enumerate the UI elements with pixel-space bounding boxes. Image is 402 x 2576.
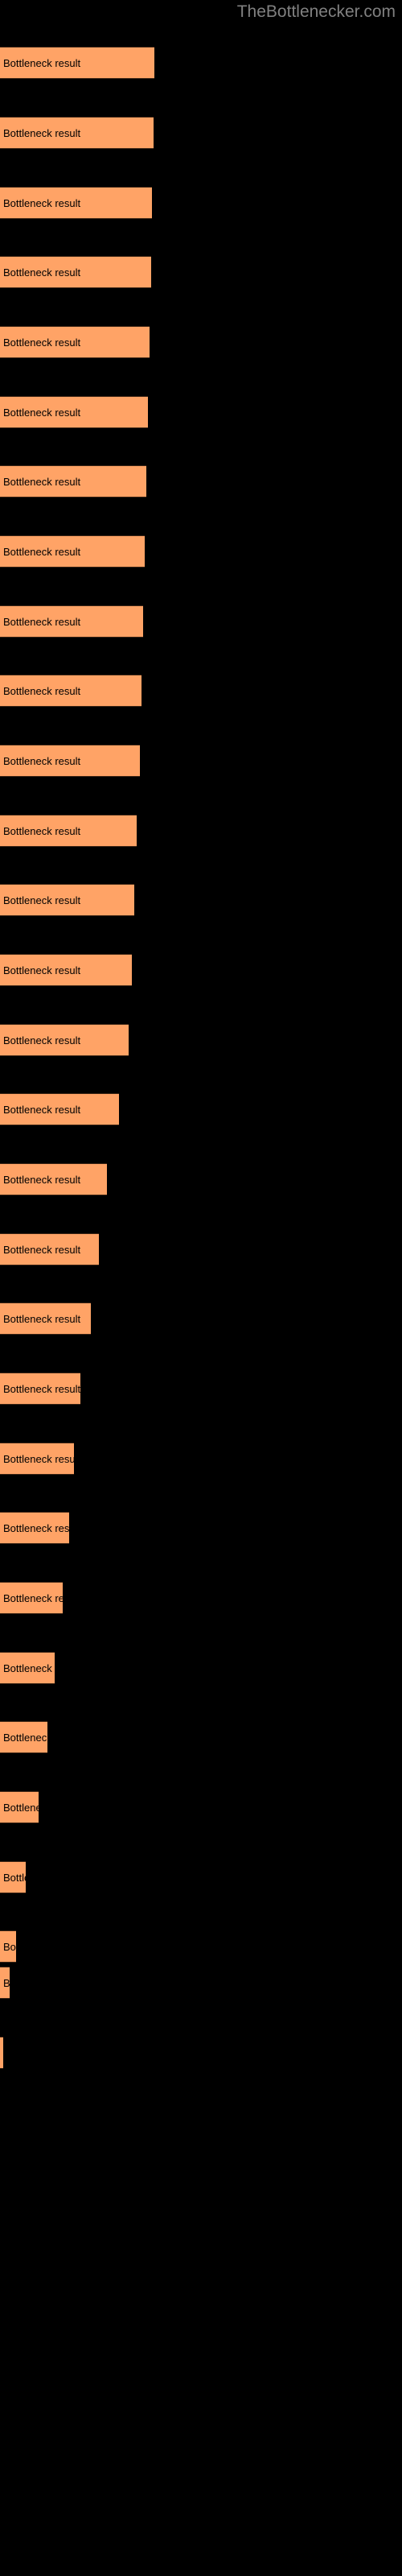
bar[interactable]: Bottleneck result xyxy=(0,1302,91,1335)
bar[interactable]: Bottleneck result xyxy=(0,954,132,986)
bar[interactable]: Bottleneck result xyxy=(0,2037,3,2069)
bar-label: Bottleneck result xyxy=(3,755,81,767)
bar-row: Bottleneck result xyxy=(0,884,402,916)
bar-row: Bottleneck result xyxy=(0,396,402,428)
bar-label: Bottleneck result xyxy=(3,336,81,349)
bar-label: Bottleneck result xyxy=(3,1732,47,1744)
bar[interactable]: Bottleneck result xyxy=(0,396,148,428)
bar[interactable]: Bottleneck result xyxy=(0,465,146,497)
bar-label: Bottleneck result xyxy=(3,1802,39,1814)
bar-row: Bottleneck result xyxy=(0,47,402,79)
bar[interactable]: Bottleneck result xyxy=(0,1373,80,1405)
bar-row: Bottleneck result xyxy=(0,1582,402,1614)
bar[interactable]: Bottleneck result xyxy=(0,815,137,847)
bar-row: Bottleneck result xyxy=(0,1512,402,1544)
bar-row: Bottleneck result xyxy=(0,1024,402,1056)
bar[interactable]: Bottleneck result xyxy=(0,1443,74,1475)
bar-label: Bottleneck result xyxy=(3,1872,26,1884)
bar-row: Bottleneck result xyxy=(0,1373,402,1405)
bar-row: Bottleneck result xyxy=(0,745,402,777)
bar-row: Bottleneck result xyxy=(0,1233,402,1265)
bar-row: Bottleneck result xyxy=(0,1093,402,1125)
bar-row: Bottleneck result xyxy=(0,117,402,149)
bar[interactable]: Bottleneck result xyxy=(0,1967,10,1999)
bar[interactable]: Bottleneck result xyxy=(0,256,151,288)
bar-row: Bottleneck result xyxy=(0,815,402,847)
bar-label: Bottleneck result xyxy=(3,1244,81,1256)
bar-row: Bottleneck result xyxy=(0,605,402,638)
bar-label: Bottleneck result xyxy=(3,1941,16,1953)
bar[interactable]: Bottleneck result xyxy=(0,1861,26,1893)
bar-label: Bottleneck result xyxy=(3,1522,69,1534)
bar-label: Bottleneck result xyxy=(3,685,81,697)
bar[interactable]: Bottleneck result xyxy=(0,1791,39,1823)
bar-label: Bottleneck result xyxy=(3,894,81,906)
bar-label: Bottleneck result xyxy=(3,1174,81,1186)
bar-label: Bottleneck result xyxy=(3,1034,81,1046)
bar-row: Bottleneck result xyxy=(0,1930,402,1963)
bar[interactable]: Bottleneck result xyxy=(0,884,134,916)
bar-row: Bottleneck result xyxy=(0,1721,402,1753)
bar[interactable]: Bottleneck result xyxy=(0,187,152,219)
bar-label: Bottleneck result xyxy=(3,1662,55,1674)
bar-label: Bottleneck result xyxy=(3,407,81,419)
bar[interactable]: Bottleneck result xyxy=(0,326,150,358)
bar[interactable]: Bottleneck result xyxy=(0,745,140,777)
bar[interactable]: Bottleneck result xyxy=(0,1652,55,1684)
bar[interactable]: Bottleneck result xyxy=(0,1093,119,1125)
bar[interactable]: Bottleneck result xyxy=(0,675,142,707)
bar[interactable]: Bottleneck result xyxy=(0,1163,107,1195)
bar-row: Bottleneck result xyxy=(0,1861,402,1893)
bar-row: Bottleneck result xyxy=(0,1791,402,1823)
bar-row: Bottleneck result xyxy=(0,187,402,219)
bar-label: Bottleneck result xyxy=(3,57,81,69)
bar-row: Bottleneck result xyxy=(0,535,402,568)
bottleneck-bar-chart: TheBottlenecker.com Bottleneck result Bot… xyxy=(0,0,402,2576)
bar-label: Bottleneck result xyxy=(3,1313,81,1325)
bar[interactable]: Bottleneck result xyxy=(0,47,154,79)
bar-label: Bottleneck result xyxy=(3,825,81,837)
bar-row: Bottleneck result xyxy=(0,1967,402,1999)
bar-row: Bottleneck result xyxy=(0,1302,402,1335)
bar-row: Bottleneck result xyxy=(0,465,402,497)
bar-row: Bottleneck result xyxy=(0,954,402,986)
bar-row: Bottleneck result xyxy=(0,1652,402,1684)
bar[interactable]: Bottleneck result xyxy=(0,1233,99,1265)
bar-label: Bottleneck result xyxy=(3,266,81,279)
bar-row: Bottleneck result xyxy=(0,256,402,288)
bar-label: Bottleneck result xyxy=(3,546,81,558)
bar[interactable]: Bottleneck result xyxy=(0,1512,69,1544)
bar-label: Bottleneck result xyxy=(3,616,81,628)
bar-row: Bottleneck result xyxy=(0,1163,402,1195)
bar[interactable]: Bottleneck result xyxy=(0,1930,16,1963)
bar-row: Bottleneck result xyxy=(0,1443,402,1475)
bar-row: Bottleneck result xyxy=(0,675,402,707)
bar-label: Bottleneck result xyxy=(3,476,81,488)
bars-container: Bottleneck result Bottleneck result Bottle… xyxy=(0,0,402,2576)
bar-label: Bottleneck result xyxy=(3,1977,10,1989)
bar-row: Bottleneck result xyxy=(0,2037,402,2069)
bar[interactable]: Bottleneck result xyxy=(0,1582,63,1614)
bar-row: Bottleneck result xyxy=(0,326,402,358)
bar-label: Bottleneck result xyxy=(3,1104,81,1116)
bar-label: Bottleneck result xyxy=(3,1592,63,1604)
bar[interactable]: Bottleneck result xyxy=(0,1024,129,1056)
bar-label: Bottleneck result xyxy=(3,1453,74,1465)
bar-label: Bottleneck result xyxy=(3,964,81,976)
bar[interactable]: Bottleneck result xyxy=(0,605,143,638)
bar[interactable]: Bottleneck result xyxy=(0,117,154,149)
bar-label: Bottleneck result xyxy=(3,197,81,209)
bar-label: Bottleneck result xyxy=(3,127,81,139)
bar-label: Bottleneck result xyxy=(3,1383,80,1395)
bar[interactable]: Bottleneck result xyxy=(0,535,145,568)
bar[interactable]: Bottleneck result xyxy=(0,1721,47,1753)
